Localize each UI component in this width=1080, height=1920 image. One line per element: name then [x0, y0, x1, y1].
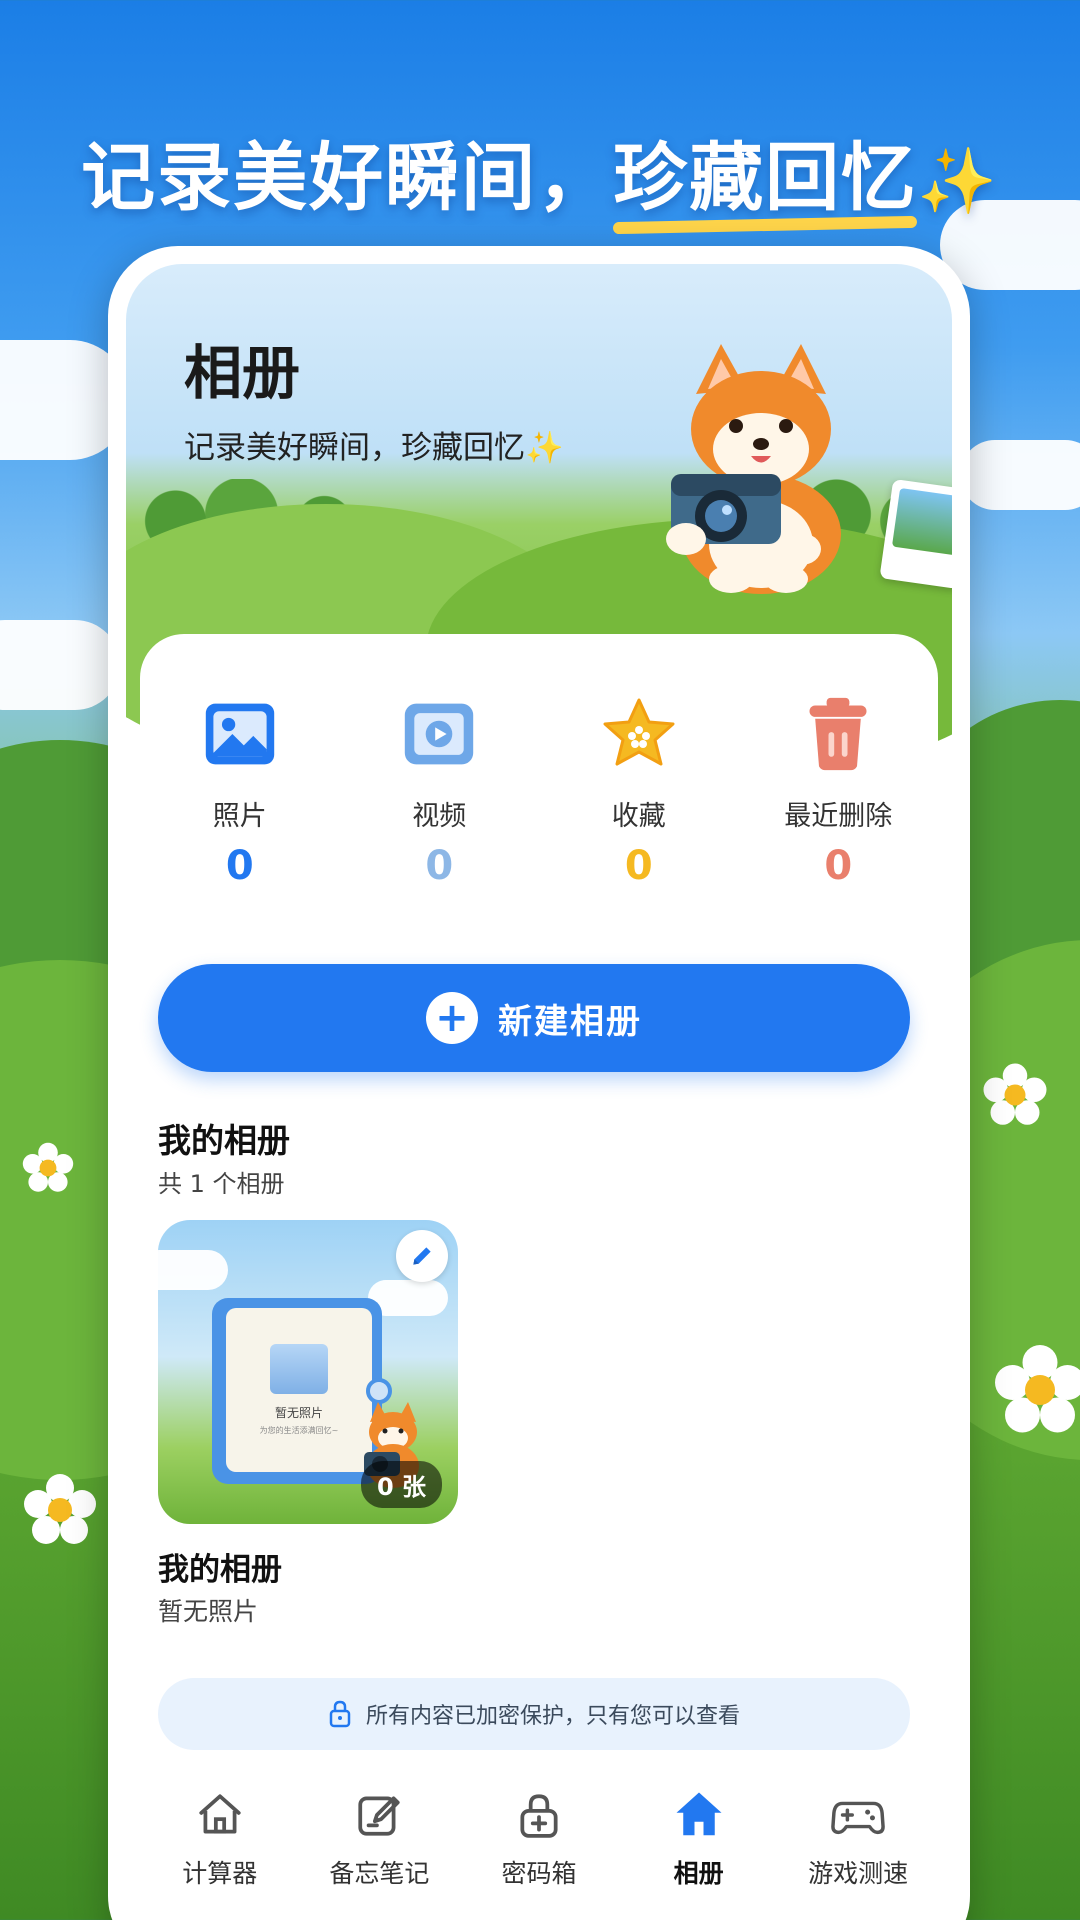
stat-value: 0: [425, 843, 454, 889]
lock-box-icon: [512, 1788, 566, 1842]
sparkle-icon: ✨: [917, 145, 999, 219]
promo-headline: 记录美好瞬间，珍藏回忆 ✨: [0, 118, 1080, 235]
stat-recently-deleted[interactable]: 最近删除 0: [739, 694, 939, 914]
albums-section-title: 我的相册: [158, 1121, 290, 1160]
tab-game-speed[interactable]: 游戏测速: [778, 1774, 938, 1920]
stat-value: 0: [225, 843, 254, 889]
new-album-label: 新建相册: [498, 1001, 642, 1042]
new-album-button[interactable]: + 新建相册: [158, 964, 910, 1072]
edit-album-button[interactable]: [396, 1230, 448, 1282]
stats-row: 照片 0 视频 0 收藏 0 最近删除 0: [140, 694, 938, 914]
photo-icon: [200, 694, 280, 774]
corgi-camera-illustration: [666, 344, 841, 594]
star-icon: [599, 694, 679, 774]
home-filled-icon: [672, 1788, 726, 1842]
sparkle-icon: ✨: [525, 430, 564, 466]
phone-frame: 相册 记录美好瞬间，珍藏回忆✨ 照片 0 视频 0 收藏 0 最近删除 0 + …: [108, 246, 970, 1920]
stat-label: 视频: [412, 801, 467, 832]
album-description: 暂无照片: [158, 1597, 259, 1626]
cover-hint-text: 为您的生活添满回忆~: [259, 1426, 339, 1435]
content-card: 照片 0 视频 0 收藏 0 最近删除 0 + 新建相册 我的相册 共 1 个相…: [140, 634, 938, 1920]
stat-photos[interactable]: 照片 0: [140, 694, 340, 914]
page-title: 相册: [184, 339, 301, 407]
stat-favorites[interactable]: 收藏 0: [539, 694, 739, 914]
album-cover[interactable]: 暂无照片 为您的生活添满回忆~ 0 张: [158, 1220, 458, 1524]
pencil-icon: [413, 1247, 431, 1265]
tab-label: 计算器: [182, 1859, 258, 1888]
headline-part1: 记录美好瞬间，: [81, 135, 614, 221]
stat-label: 最近删除: [784, 801, 893, 832]
header-banner: 相册 记录美好瞬间，珍藏回忆✨: [126, 264, 952, 779]
album-book-illustration: 暂无照片 为您的生活添满回忆~: [212, 1298, 392, 1484]
stat-label: 收藏: [611, 801, 666, 832]
home-outline-icon: [193, 1788, 247, 1842]
tab-label: 备忘笔记: [329, 1859, 430, 1888]
photo-count-badge: 0 张: [360, 1461, 442, 1508]
tab-album[interactable]: 相册: [619, 1774, 779, 1920]
page-subtitle: 记录美好瞬间，珍藏回忆✨: [184, 430, 564, 466]
lock-icon: [329, 1700, 351, 1728]
headline-part2: 珍藏回忆: [613, 135, 918, 221]
gamepad-icon: [831, 1788, 885, 1842]
image-placeholder-icon: [270, 1344, 328, 1394]
tab-notes[interactable]: 备忘笔记: [300, 1774, 460, 1920]
security-text: 所有内容已加密保护，只有您可以查看: [365, 1704, 740, 1729]
album-name[interactable]: 我的相册: [158, 1544, 282, 1589]
tab-label: 相册: [673, 1859, 724, 1888]
tab-label: 密码箱: [501, 1859, 577, 1888]
bottom-tabbar: 计算器 备忘笔记 密码箱 相册 游戏测速: [140, 1774, 938, 1920]
stat-videos[interactable]: 视频 0: [340, 694, 540, 914]
note-edit-icon: [352, 1788, 406, 1842]
video-icon: [399, 694, 479, 774]
plus-icon: +: [426, 992, 478, 1044]
photo-frame-decoration: [879, 478, 952, 590]
stat-label: 照片: [212, 801, 267, 832]
stat-value: 0: [624, 843, 653, 889]
security-notice: 所有内容已加密保护，只有您可以查看: [158, 1678, 910, 1750]
trash-icon: [798, 694, 878, 774]
app-screen: 相册 记录美好瞬间，珍藏回忆✨ 照片 0 视频 0 收藏 0 最近删除 0 + …: [126, 264, 952, 1920]
tab-label: 游戏测速: [808, 1859, 909, 1888]
stat-value: 0: [824, 843, 853, 889]
albums-count: 共 1 个相册: [158, 1170, 285, 1198]
tab-password-box[interactable]: 密码箱: [459, 1774, 619, 1920]
tab-calculator[interactable]: 计算器: [140, 1774, 300, 1920]
cover-empty-text: 暂无照片: [274, 1406, 323, 1420]
